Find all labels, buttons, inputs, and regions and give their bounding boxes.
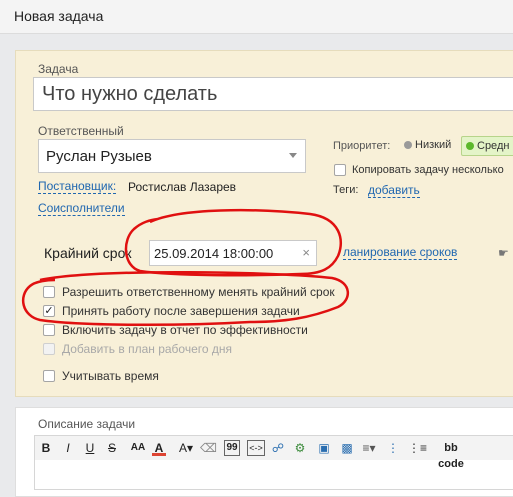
numbered-list-icon[interactable]: ⋮ [386, 440, 400, 456]
task-title-input[interactable]: Что нужно сделать [33, 77, 513, 111]
add-tag-link[interactable]: добавить [368, 184, 420, 198]
creator-name: Ростислав Лазарев [128, 180, 237, 194]
responsible-select[interactable]: Руслан Рузыев [38, 139, 306, 173]
responsible-label: Ответственный [38, 124, 124, 138]
pin-icon[interactable]: ☛ [498, 246, 509, 260]
code-button[interactable]: <-> [247, 440, 265, 456]
video-icon[interactable]: ▩ [339, 440, 355, 456]
deadline-label: Крайний срок [44, 245, 132, 261]
track-time-label: Учитывать время [62, 369, 159, 383]
priority-low-label: Низкий [415, 139, 452, 151]
copy-task-checkbox[interactable] [334, 164, 346, 176]
track-time-checkbox[interactable] [43, 370, 55, 382]
align-icon[interactable]: ≡▾ [362, 440, 376, 456]
bbcode-button[interactable]: bb code [430, 440, 472, 470]
option-label-accept-work: Принять работу после завершения задачи [62, 304, 300, 318]
option-checkbox-day-plan [43, 343, 55, 355]
eraser-icon[interactable]: ⌫ [200, 440, 217, 456]
strike-button[interactable]: S [106, 440, 118, 456]
tags-label: Теги: [333, 184, 359, 196]
task-label: Задача [38, 62, 79, 76]
priority-low-option[interactable]: Низкий [404, 139, 451, 152]
clear-icon[interactable]: × [302, 245, 310, 260]
priority-mid-option[interactable]: Средн [461, 136, 513, 156]
creator-link[interactable]: Постановщик: [38, 180, 117, 194]
coexecutors-link[interactable]: Соисполнители [38, 202, 125, 216]
underline-button[interactable]: U [84, 440, 96, 456]
option-label-allow-change: Разрешить ответственному менять крайний … [62, 285, 335, 299]
deadline-input[interactable]: 25.09.2014 18:00:00 × [149, 240, 317, 266]
option-checkbox-accept-work[interactable]: ✓ [43, 305, 55, 317]
option-checkbox-allow-change[interactable] [43, 286, 55, 298]
option-label-report: Включить задачу в отчет по эффективности [62, 323, 308, 337]
option-checkbox-report[interactable] [43, 324, 55, 336]
option-label-day-plan: Добавить в план рабочего дня [62, 342, 233, 356]
deadline-value: 25.09.2014 18:00:00 [154, 246, 274, 261]
chevron-down-icon [289, 153, 297, 158]
copy-task-label: Копировать задачу несколько [352, 164, 504, 176]
deadline-planning-link[interactable]: ланирование сроков [343, 246, 458, 260]
responsible-value: Руслан Рузыев [46, 148, 152, 165]
dot-icon [466, 142, 474, 151]
bullet-list-icon[interactable]: ⋮≡ [408, 440, 427, 456]
image-icon[interactable]: ▣ [316, 440, 332, 456]
priority-label: Приоритет: [333, 140, 391, 152]
italic-button[interactable]: I [62, 440, 74, 456]
priority-mid-label: Средн [477, 140, 510, 152]
description-label: Описание задачи [38, 417, 136, 431]
link-icon[interactable]: ☍ [270, 440, 286, 456]
anchor-icon[interactable]: ⚙ [292, 440, 308, 456]
text-color-icon[interactable]: A [152, 440, 166, 456]
window-title: Новая задача [14, 8, 104, 24]
window-titlebar: Новая задача [0, 0, 513, 34]
bold-button[interactable]: B [40, 440, 52, 456]
font-size-icon[interactable]: AA [128, 440, 148, 456]
quote-button[interactable]: 99 [224, 440, 240, 456]
dot-icon [404, 141, 412, 150]
font-family-icon[interactable]: A▾ [176, 440, 196, 456]
